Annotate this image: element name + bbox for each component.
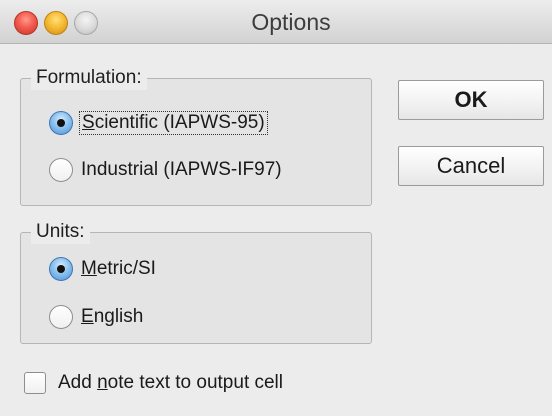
label-mnemonic: M bbox=[81, 258, 97, 279]
formulation-legend: Formulation: bbox=[31, 66, 147, 90]
radio-industrial-label[interactable]: Industrial (IAPWS-IF97) bbox=[79, 159, 284, 181]
radio-industrial[interactable]: Industrial (IAPWS-IF97) bbox=[49, 158, 284, 182]
radio-selected-dot bbox=[57, 119, 65, 127]
radio-selected-dot bbox=[57, 265, 65, 273]
add-note-label[interactable]: Add note text to output cell bbox=[58, 372, 283, 394]
label-mnemonic: n bbox=[97, 372, 108, 393]
label-prefix: Add bbox=[58, 372, 98, 393]
label-mnemonic: S bbox=[82, 112, 95, 133]
add-note-checkbox-row[interactable]: Add note text to output cell bbox=[24, 372, 283, 394]
label-rest: nglish bbox=[93, 306, 144, 327]
options-dialog: Options Formulation: Scientific (IAPWS-9… bbox=[0, 0, 552, 416]
cancel-button[interactable]: Cancel bbox=[398, 146, 544, 186]
title-bar: Options bbox=[0, 0, 552, 44]
units-legend: Units: bbox=[31, 220, 90, 244]
radio-english-button[interactable] bbox=[49, 305, 73, 329]
label-mnemonic: E bbox=[81, 306, 94, 327]
radio-english-label[interactable]: English bbox=[79, 306, 145, 328]
window-title: Options bbox=[251, 9, 331, 35]
units-group: Units: Metric/SI English bbox=[20, 220, 372, 344]
formulation-group: Formulation: Scientific (IAPWS-95) Indus… bbox=[20, 66, 372, 206]
ok-button[interactable]: OK bbox=[398, 80, 544, 120]
add-note-checkbox[interactable] bbox=[24, 372, 46, 394]
radio-metric-button[interactable] bbox=[49, 257, 73, 281]
label-rest: etric/SI bbox=[96, 258, 156, 279]
label-rest: ote text to output cell bbox=[107, 372, 284, 393]
radio-english[interactable]: English bbox=[49, 305, 145, 329]
radio-scientific[interactable]: Scientific (IAPWS-95) bbox=[49, 111, 268, 135]
label-rest: ndustrial (IAPWS-IF97) bbox=[86, 159, 282, 180]
radio-scientific-label[interactable]: Scientific (IAPWS-95) bbox=[79, 111, 268, 135]
radio-industrial-button[interactable] bbox=[49, 158, 73, 182]
label-rest: cientific (IAPWS-95) bbox=[94, 112, 265, 133]
radio-metric[interactable]: Metric/SI bbox=[49, 257, 158, 281]
radio-metric-label[interactable]: Metric/SI bbox=[79, 258, 158, 280]
radio-scientific-button[interactable] bbox=[49, 111, 73, 135]
